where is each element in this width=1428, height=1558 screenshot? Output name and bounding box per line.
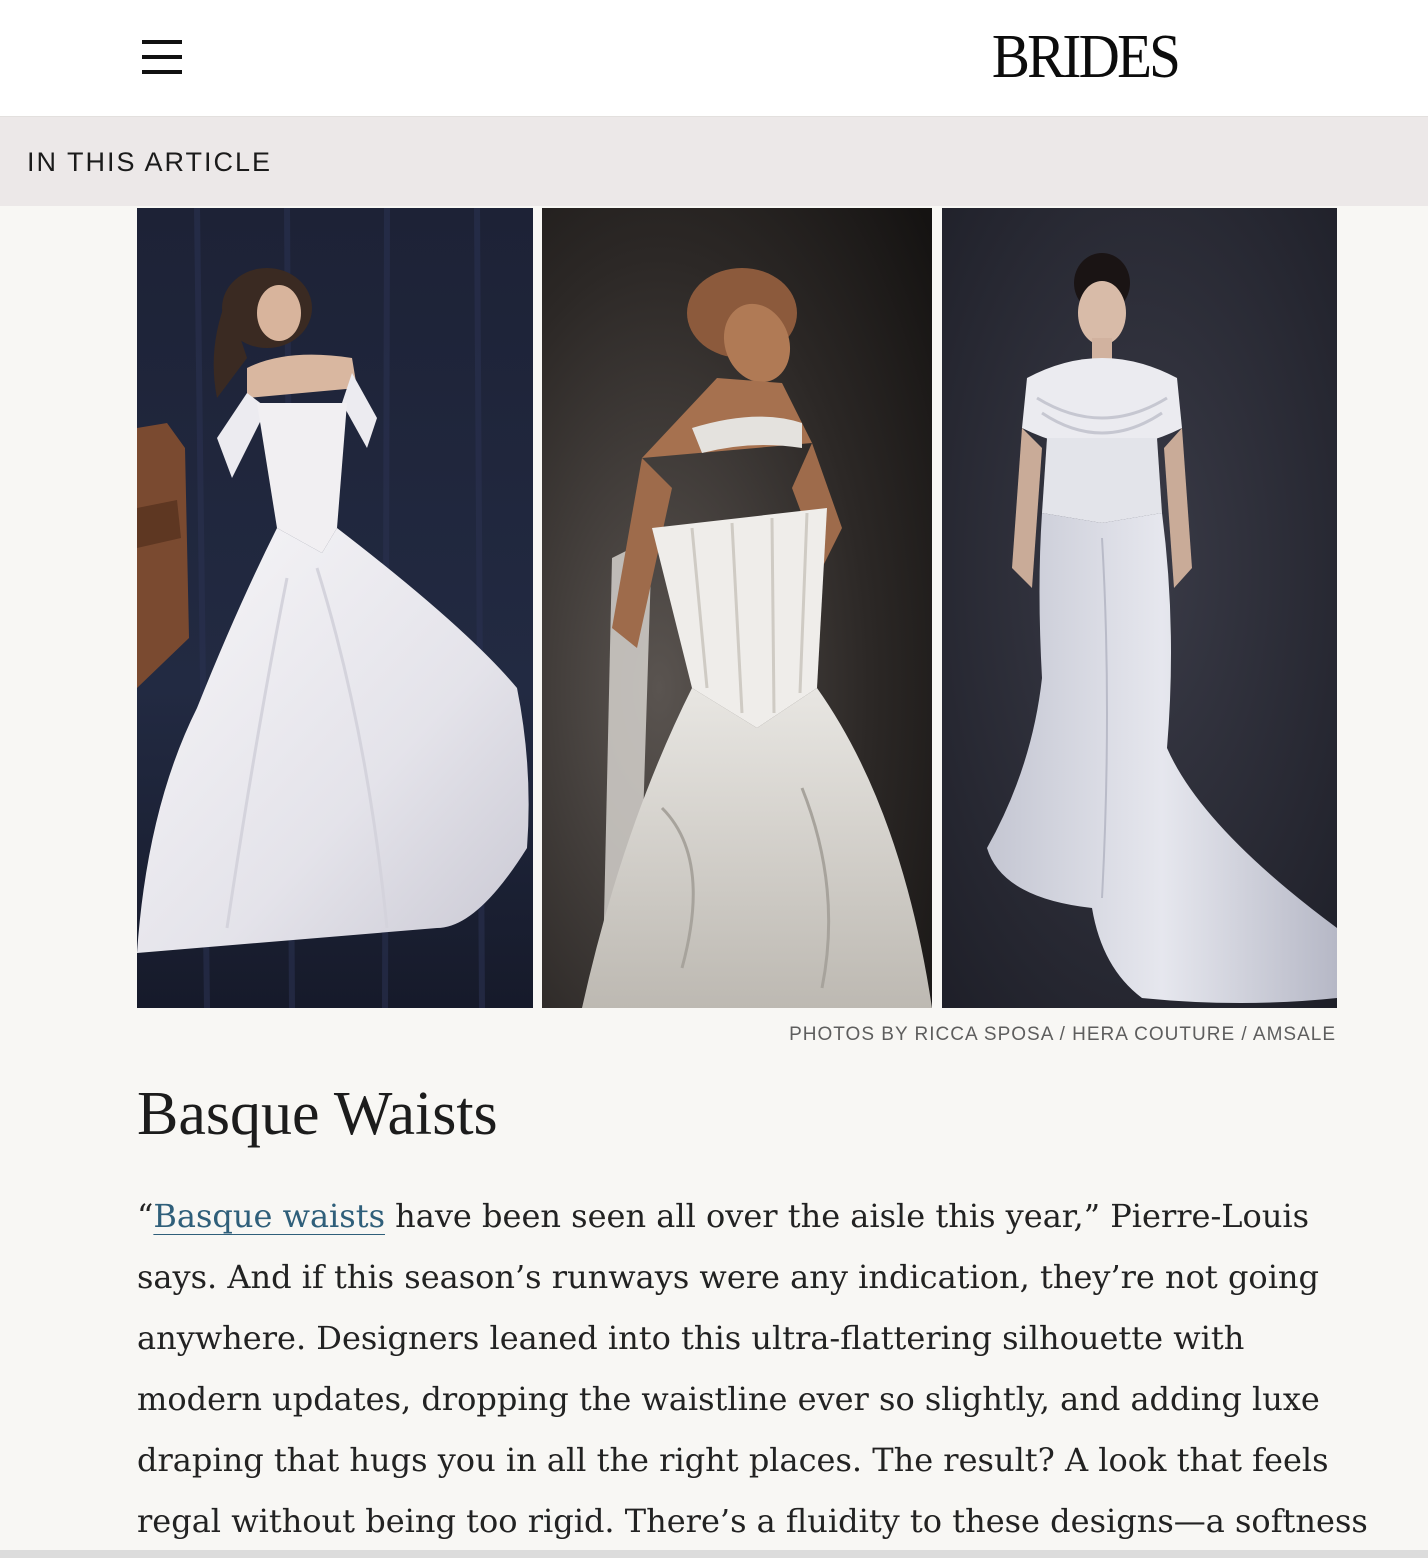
- menu-bar-middle: [142, 55, 182, 59]
- menu-bar-top: [142, 40, 182, 44]
- line-1-rest: have been seen all over the aisle this y…: [384, 1197, 1310, 1235]
- paragraph-line-3: anywhere. Designers leaned into this ult…: [137, 1319, 1245, 1357]
- article-paragraph: “Basque waists have been seen all over t…: [137, 1186, 1368, 1552]
- section-heading: Basque Waists: [137, 1080, 498, 1148]
- basque-waists-link[interactable]: Basque waists: [153, 1197, 385, 1235]
- site-header: BRIDES: [0, 0, 1428, 117]
- photo-credit-caption: PHOTOS BY RICCA SPOSA / HERA COUTURE / A…: [789, 1024, 1336, 1045]
- open-quote: “: [137, 1197, 154, 1235]
- brides-logo[interactable]: BRIDES: [984, 22, 1186, 92]
- photo-gallery: [137, 208, 1337, 1008]
- paragraph-line-5: draping that hugs you in all the right p…: [137, 1441, 1329, 1479]
- ball-gown-bride-photo: [137, 208, 533, 1008]
- draped-sheath-bride-photo: [942, 208, 1337, 1008]
- paragraph-line-4: modern updates, dropping the waistline e…: [137, 1380, 1320, 1418]
- in-this-article-bar[interactable]: IN THIS ARTICLE: [0, 117, 1428, 206]
- menu-bar-bottom: [142, 70, 182, 74]
- paragraph-line-2: says. And if this season’s runways were …: [137, 1258, 1320, 1296]
- toc-label: IN THIS ARTICLE: [27, 147, 273, 177]
- hamburger-menu-icon[interactable]: [140, 38, 184, 78]
- corset-gown-bride-photo: [542, 208, 932, 1008]
- paragraph-line-1: “Basque waists have been seen all over t…: [137, 1186, 1337, 1247]
- viewport-bottom-edge: [0, 1550, 1428, 1558]
- paragraph-line-6: regal without being too rigid. There’s a…: [137, 1502, 1368, 1540]
